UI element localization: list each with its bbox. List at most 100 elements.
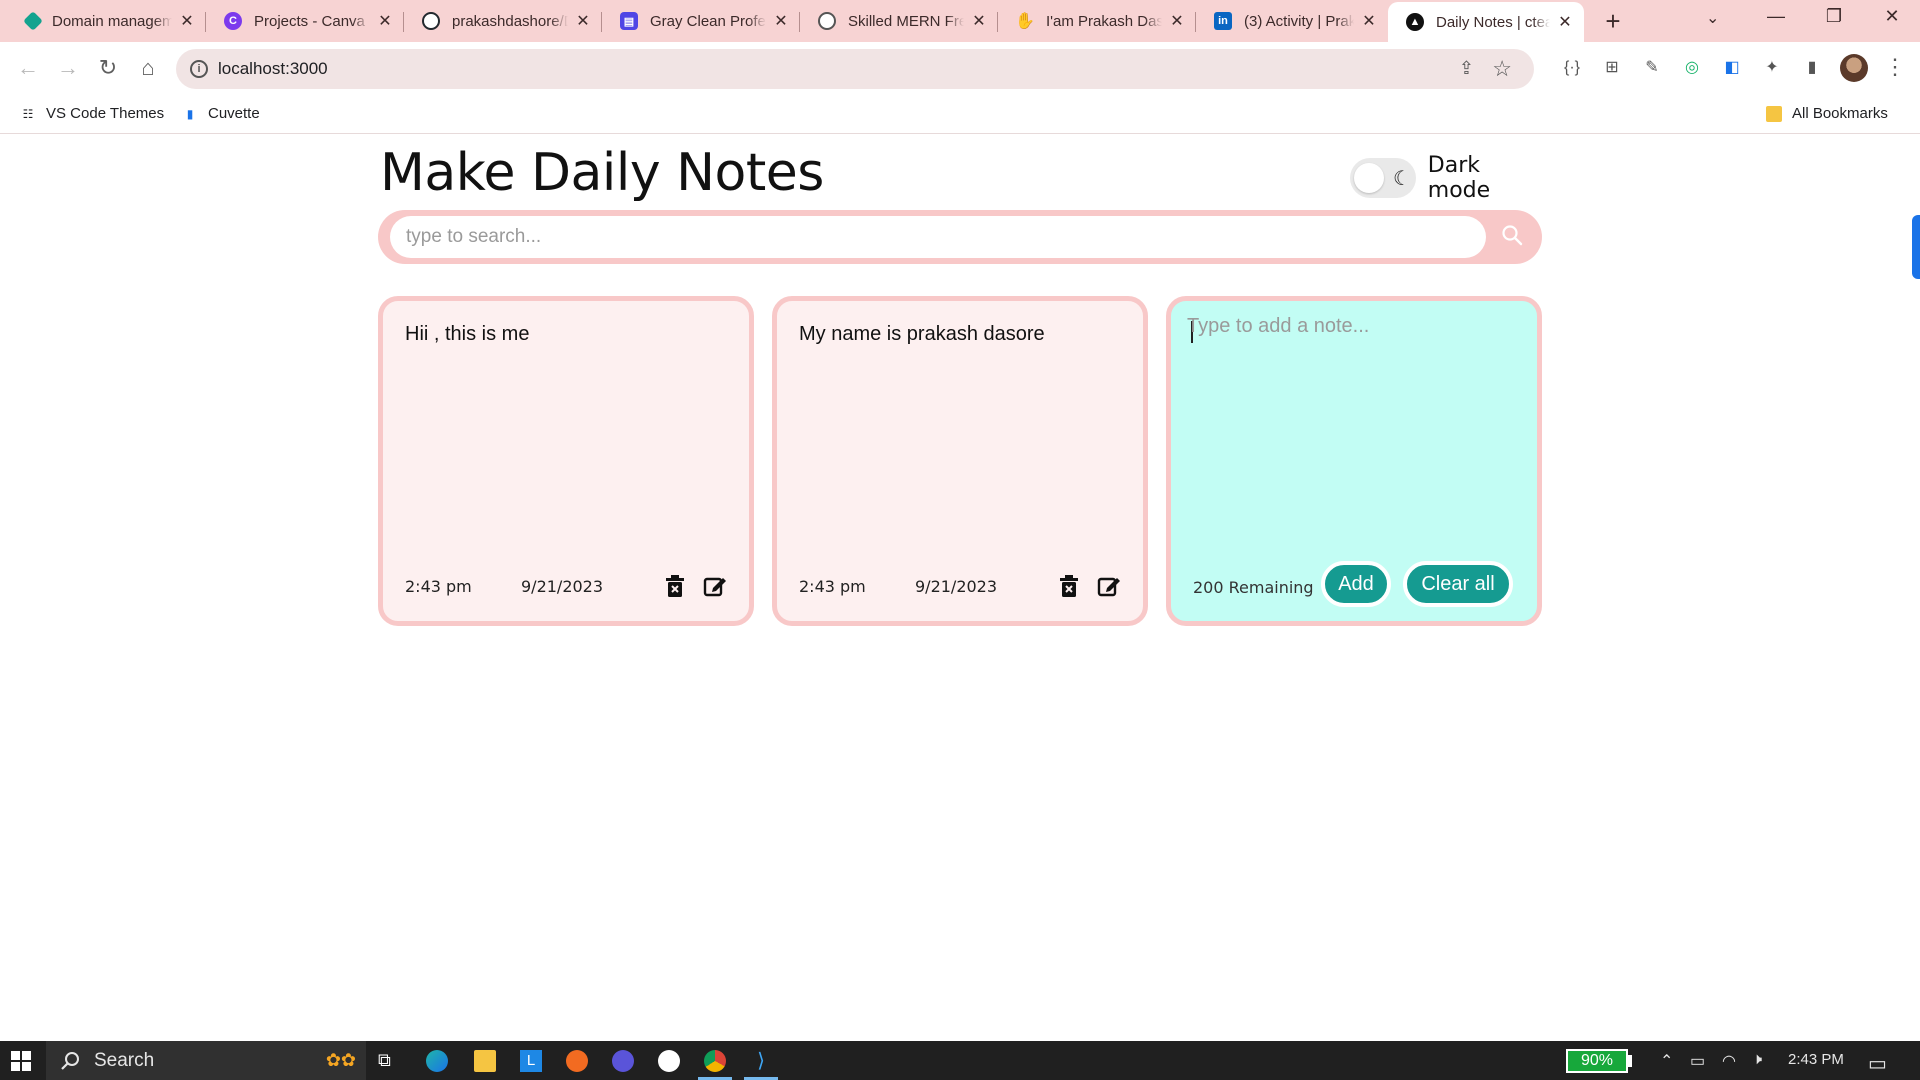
- search-icon[interactable]: [1500, 223, 1524, 247]
- close-tab-icon[interactable]: ✕: [574, 11, 592, 31]
- close-tab-icon[interactable]: ✕: [772, 11, 790, 31]
- browser-tab-bar: Domain management ✕ C Projects - Canva ✕…: [0, 0, 1920, 42]
- bookmarks-bar: ☷ VS Code Themes ▮ Cuvette All Bookmarks: [0, 96, 1920, 134]
- windows-start-icon[interactable]: [10, 1050, 32, 1072]
- bookmark-vscode-themes[interactable]: ☷ VS Code Themes: [20, 105, 165, 122]
- browser-toolbar: ← → ↻ ⌂ i localhost:3000 ⇪ ☆ {·} ⊞ ✎ ◎ ◧…: [0, 42, 1920, 96]
- notes-list: Hii , this is me 2:43 pm 9/21/2023 My na…: [378, 296, 1542, 626]
- address-bar[interactable]: i localhost:3000 ⇪ ☆: [176, 49, 1534, 89]
- app-l-icon[interactable]: L: [520, 1050, 542, 1072]
- browser-menu-icon[interactable]: ⋮: [1884, 54, 1906, 80]
- vscode-icon[interactable]: ⟩: [750, 1050, 772, 1072]
- minimize-icon[interactable]: —: [1756, 6, 1796, 27]
- tray-chevron-icon[interactable]: ⌃: [1660, 1051, 1673, 1071]
- note-footer: 2:43 pm 9/21/2023: [799, 571, 1123, 601]
- site-info-icon[interactable]: i: [190, 60, 208, 78]
- browser-tab[interactable]: prakashdashore/D ✕: [404, 4, 602, 38]
- bookmark-star-icon[interactable]: ☆: [1492, 56, 1512, 82]
- back-arrow-icon[interactable]: ←: [14, 56, 42, 80]
- dark-mode-toggle[interactable]: ☾: [1350, 158, 1416, 198]
- bookmark-cuvette[interactable]: ▮ Cuvette: [182, 105, 260, 122]
- note-card: Hii , this is me 2:43 pm 9/21/2023: [378, 296, 754, 626]
- side-panel-tab[interactable]: [1912, 215, 1920, 279]
- share-icon[interactable]: ⇪: [1459, 58, 1474, 79]
- battery-indicator[interactable]: 90%: [1566, 1049, 1628, 1073]
- close-tab-icon[interactable]: ✕: [1556, 12, 1574, 32]
- close-tab-icon[interactable]: ✕: [970, 11, 988, 31]
- note-text: My name is prakash dasore: [799, 323, 1045, 345]
- chrome-icon[interactable]: [704, 1050, 726, 1072]
- extension-translate-icon[interactable]: ⊞: [1600, 56, 1624, 80]
- tab-title: Skilled MERN Free: [848, 12, 964, 30]
- task-view-icon[interactable]: ⧉: [378, 1050, 400, 1072]
- clear-all-button[interactable]: Clear all: [1403, 561, 1513, 607]
- close-tab-icon[interactable]: ✕: [376, 11, 394, 31]
- taskbar-clock[interactable]: 2:43 PM: [1788, 1051, 1844, 1068]
- browser-tab[interactable]: ✋ I'am Prakash Dash ✕: [998, 4, 1196, 38]
- close-tab-icon[interactable]: ✕: [1360, 11, 1378, 31]
- moon-icon: ☾: [1393, 168, 1411, 190]
- tab-title: (3) Activity | Praka: [1244, 12, 1354, 30]
- dark-mode-label: Dark mode: [1427, 153, 1491, 203]
- windows-taskbar: Search ✿✿ ⧉ L ⟩ 90% ⌃ ▭ ◠ 🕨 2:43 PM ▭: [0, 1041, 1920, 1080]
- react-app-icon: ▲: [1406, 13, 1424, 31]
- all-bookmarks[interactable]: All Bookmarks: [1766, 105, 1888, 122]
- restore-window-icon[interactable]: ❐: [1814, 6, 1854, 27]
- reload-icon[interactable]: ↻: [94, 56, 122, 80]
- github-desktop-icon[interactable]: [658, 1050, 680, 1072]
- note-text: Hii , this is me: [405, 323, 530, 345]
- home-icon[interactable]: ⌂: [134, 56, 162, 80]
- file-explorer-icon[interactable]: [474, 1050, 496, 1072]
- notifications-icon[interactable]: ▭: [1868, 1051, 1887, 1076]
- address-url[interactable]: localhost:3000: [218, 59, 328, 79]
- browser-tab[interactable]: C Projects - Canva ✕: [206, 4, 404, 38]
- new-tab-button[interactable]: +: [1598, 6, 1628, 37]
- canva-icon: C: [224, 12, 242, 30]
- browser-tab[interactable]: Skilled MERN Free ✕: [800, 4, 998, 38]
- taskbar-search-label: Search: [94, 1049, 155, 1071]
- bookmark-label: VS Code Themes: [46, 105, 165, 122]
- toggle-knob: [1354, 163, 1384, 193]
- browser-tab[interactable]: in (3) Activity | Praka ✕: [1196, 4, 1388, 38]
- search-highlight-icon: ✿✿: [325, 1050, 356, 1070]
- note-time: 2:43 pm: [405, 576, 472, 596]
- folder-icon: [1766, 105, 1782, 122]
- browser-tab[interactable]: ▤ Gray Clean Profes ✕: [602, 4, 800, 38]
- extension-app-icon[interactable]: ◧: [1720, 56, 1744, 80]
- edit-icon[interactable]: [701, 572, 729, 600]
- dark-mode-control: ☾ Dark mode: [1350, 153, 1542, 203]
- side-panel-icon[interactable]: ▮: [1800, 56, 1824, 80]
- note-date: 9/21/2023: [915, 576, 998, 596]
- profile-avatar[interactable]: [1840, 54, 1868, 82]
- extensions-puzzle-icon[interactable]: ✦: [1760, 56, 1784, 80]
- taskbar-search[interactable]: Search ✿✿: [46, 1041, 366, 1080]
- forward-arrow-icon[interactable]: →: [54, 56, 82, 80]
- note-footer: 2:43 pm 9/21/2023: [405, 571, 729, 601]
- search-input[interactable]: [390, 216, 1486, 258]
- extension-circle-icon[interactable]: ◎: [1680, 56, 1704, 80]
- extension-pen-icon[interactable]: ✎: [1640, 56, 1664, 80]
- new-note-card: 200 Remaining Add Clear all: [1166, 296, 1542, 626]
- volume-muted-icon[interactable]: 🕨: [1752, 1051, 1762, 1069]
- search-bar: [378, 210, 1542, 264]
- add-note-button[interactable]: Add: [1321, 561, 1391, 607]
- close-tab-icon[interactable]: ✕: [178, 11, 196, 31]
- edge-icon[interactable]: [426, 1050, 448, 1072]
- delete-icon[interactable]: [1055, 572, 1083, 600]
- wifi-icon[interactable]: ◠: [1722, 1051, 1736, 1071]
- chatgpt-icon: [818, 12, 836, 30]
- postman-icon[interactable]: [566, 1050, 588, 1072]
- tab-search-chevron-icon[interactable]: ⌄: [1706, 8, 1719, 28]
- close-window-icon[interactable]: ✕: [1872, 6, 1912, 27]
- app-purple-icon[interactable]: [612, 1050, 634, 1072]
- extension-braces-icon[interactable]: {·}: [1560, 56, 1584, 80]
- browser-tab[interactable]: Domain management ✕: [8, 4, 206, 38]
- search-icon: [61, 1051, 79, 1070]
- delete-icon[interactable]: [661, 572, 689, 600]
- browser-tab-active[interactable]: ▲ Daily Notes | ctea ✕: [1388, 2, 1584, 42]
- battery-icon[interactable]: ▭: [1690, 1051, 1705, 1071]
- edit-icon[interactable]: [1095, 572, 1123, 600]
- remaining-count: 200 Remaining: [1193, 578, 1314, 597]
- new-note-textarea[interactable]: [1187, 315, 1517, 545]
- close-tab-icon[interactable]: ✕: [1168, 11, 1186, 31]
